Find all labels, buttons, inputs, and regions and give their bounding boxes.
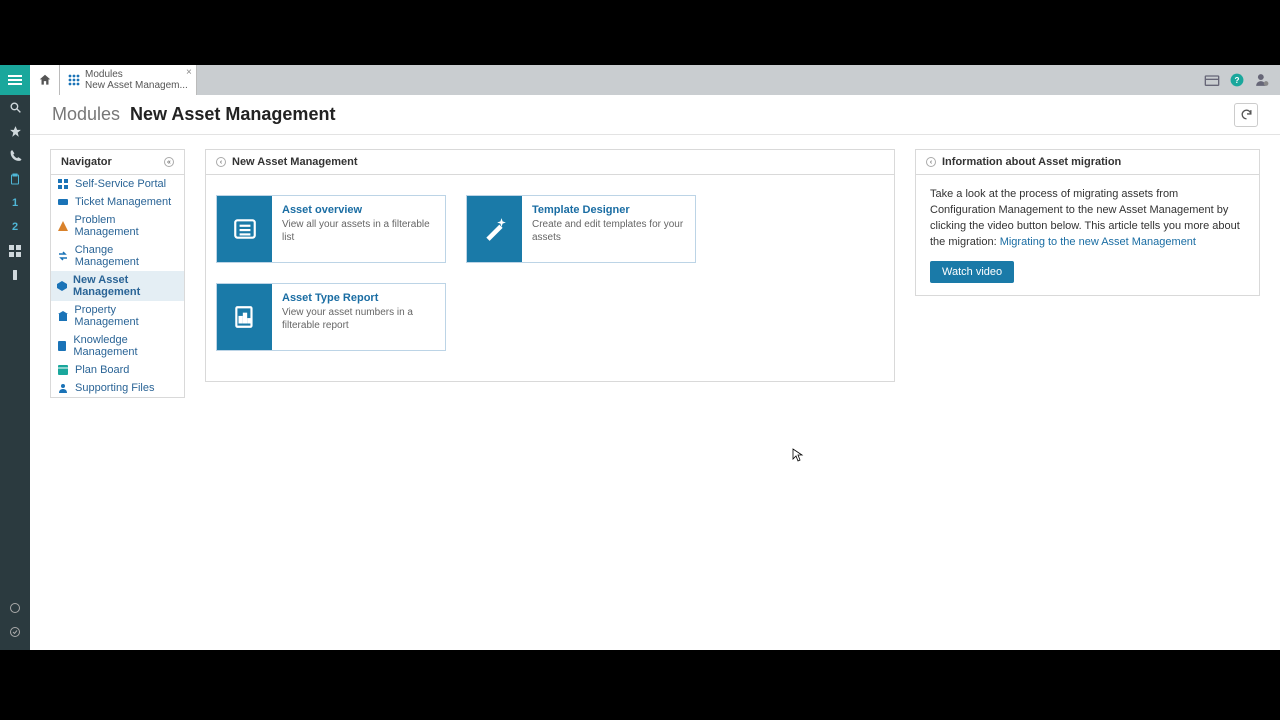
wand-icon (467, 196, 522, 262)
apps-icon (68, 74, 80, 86)
report-icon (217, 284, 272, 350)
hamburger-button[interactable] (0, 65, 30, 95)
list-icon (217, 196, 272, 262)
nav-item-label: Plan Board (75, 364, 129, 376)
rail-info-icon[interactable] (0, 263, 30, 287)
rail-clipboard-icon[interactable] (0, 167, 30, 191)
nav-item-change-management[interactable]: Change Management (51, 241, 184, 271)
rail-star-icon[interactable] (0, 119, 30, 143)
ticket-icon (57, 196, 69, 208)
rail-apps-icon[interactable] (0, 239, 30, 263)
navigator-list: Self-Service Portal Ticket Management Prob… (51, 175, 184, 397)
prop-icon (57, 310, 68, 322)
knowledge-icon (57, 340, 67, 352)
card-asset-overview[interactable]: Asset overview View all your assets in a … (216, 195, 446, 263)
page-title: New Asset Management (130, 104, 335, 125)
card-desc: View your asset numbers in a filterable … (282, 306, 435, 332)
chevron-icon[interactable]: ‹ (926, 157, 936, 167)
refresh-button[interactable] (1234, 103, 1258, 127)
rail-bottom1-icon[interactable] (0, 596, 30, 620)
nav-item-plan-board[interactable]: Plan Board (51, 361, 184, 379)
files-icon (57, 382, 69, 394)
card-template-designer[interactable]: Template Designer Create and edit templat… (466, 195, 696, 263)
nav-item-label: Knowledge Management (73, 334, 178, 358)
tab-modules[interactable]: Modules New Asset Managem... × (60, 65, 197, 95)
nav-item-supporting-files[interactable]: Supporting Files (51, 379, 184, 397)
warn-icon (57, 220, 68, 232)
rail-num2-icon[interactable]: 2 (0, 215, 30, 239)
rail-bottom2-icon[interactable] (0, 620, 30, 644)
nav-item-new-asset-management[interactable]: New Asset Management (51, 271, 184, 301)
card-title: Asset overview (282, 204, 435, 216)
nav-item-label: Supporting Files (75, 382, 155, 394)
chevron-icon[interactable]: ‹ (216, 157, 226, 167)
nav-item-label: Ticket Management (75, 196, 171, 208)
tab-line1: Modules (85, 69, 188, 80)
cards-container: Asset overview View all your assets in a … (206, 175, 894, 381)
module-panel: ‹ New Asset Management Asset overview Vie… (205, 149, 895, 382)
plan-icon (57, 364, 69, 376)
nav-item-label: New Asset Management (73, 274, 178, 298)
topbar-help-icon[interactable]: ? (1230, 73, 1244, 87)
navigator-panel: Navigator « Self-Service Portal Ticket Ma… (50, 149, 185, 398)
watch-video-button[interactable]: Watch video (930, 261, 1014, 283)
rail-num1-icon[interactable]: 1 (0, 191, 30, 215)
topbar: Modules New Asset Managem... × ? (30, 65, 1280, 95)
info-panel-title: Information about Asset migration (942, 156, 1121, 168)
home-button[interactable] (30, 65, 60, 95)
change-icon (57, 250, 69, 262)
rail-call-icon[interactable] (0, 143, 30, 167)
card-title: Asset Type Report (282, 292, 435, 304)
topbar-user-icon[interactable] (1254, 73, 1270, 87)
collapse-icon[interactable]: « (164, 157, 174, 167)
topbar-card-icon[interactable] (1204, 73, 1220, 87)
svg-text:?: ? (1235, 76, 1240, 85)
nav-item-property-management[interactable]: Property Management (51, 301, 184, 331)
tab-close-icon[interactable]: × (186, 67, 192, 78)
nav-item-knowledge-management[interactable]: Knowledge Management (51, 331, 184, 361)
nav-item-label: Self-Service Portal (75, 178, 166, 190)
tab-line2: New Asset Managem... (85, 80, 188, 91)
nav-item-ticket-management[interactable]: Ticket Management (51, 193, 184, 211)
nav-item-label: Change Management (75, 244, 178, 268)
card-desc: Create and edit templates for your asset… (532, 218, 685, 244)
grid-icon (57, 178, 69, 190)
breadcrumb-parent[interactable]: Modules (52, 104, 120, 125)
card-desc: View all your assets in a filterable lis… (282, 218, 435, 244)
breadcrumb: Modules New Asset Management (30, 95, 1280, 135)
asset-icon (57, 280, 67, 292)
navigator-title: Navigator (61, 156, 112, 168)
info-panel: ‹ Information about Asset migration Take… (915, 149, 1260, 296)
rail-search-icon[interactable] (0, 95, 30, 119)
module-panel-title: New Asset Management (232, 156, 358, 168)
card-asset-type-report[interactable]: Asset Type Report View your asset numbers… (216, 283, 446, 351)
nav-item-problem-management[interactable]: Problem Management (51, 211, 184, 241)
left-rail: 1 2 (0, 65, 30, 650)
card-title: Template Designer (532, 204, 685, 216)
nav-item-label: Problem Management (74, 214, 178, 238)
nav-item-label: Property Management (74, 304, 178, 328)
nav-item-self-service-portal[interactable]: Self-Service Portal (51, 175, 184, 193)
migration-link[interactable]: Migrating to the new Asset Management (1000, 236, 1196, 248)
